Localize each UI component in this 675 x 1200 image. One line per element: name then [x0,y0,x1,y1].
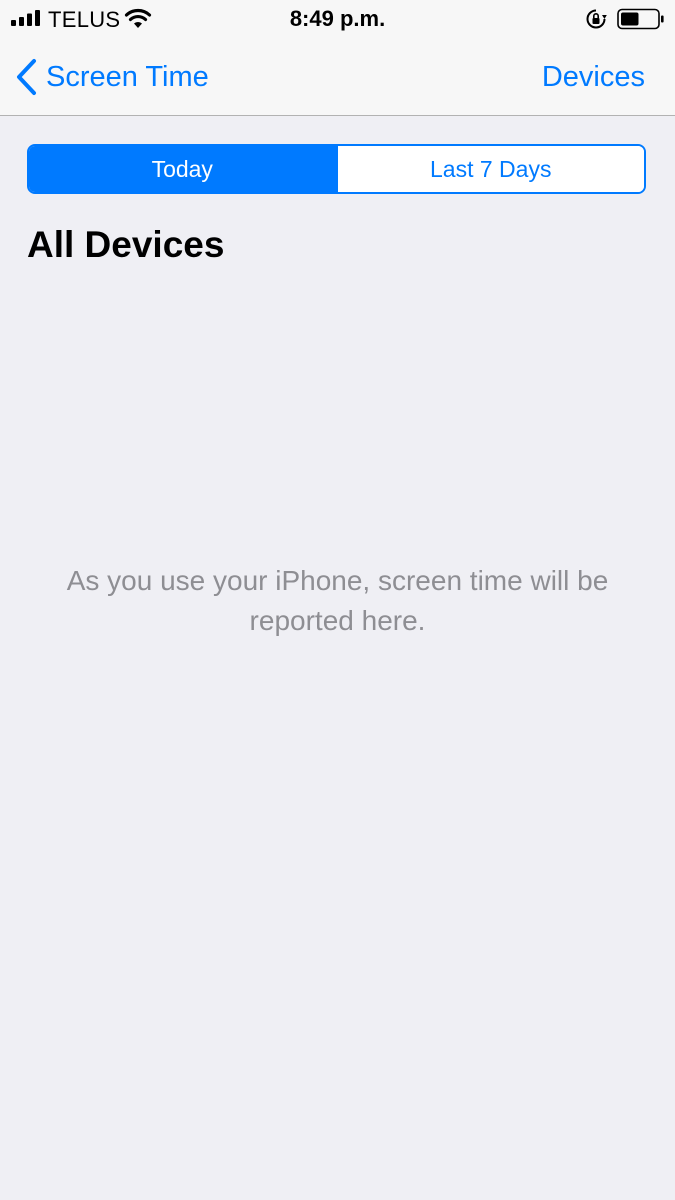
status-time: 8:49 p.m. [289,6,386,31]
section-title: All Devices [27,224,225,265]
navigation-bar: Screen Time Devices [0,40,675,116]
screen: TELUS 8:49 p.m. Screen Time Devices Toda… [0,0,675,1200]
chevron-left-icon [17,59,36,95]
status-bar: TELUS 8:49 p.m. [0,0,675,40]
period-segmented-control: Today Last 7 Days [27,144,646,194]
segment-last-7-days[interactable]: Last 7 Days [335,146,644,192]
rotation-lock-icon [586,9,607,29]
back-button[interactable]: Screen Time [14,57,209,97]
segment-today[interactable]: Today [29,146,336,192]
empty-state-message: As you use your iPhone, screen time will… [66,565,609,636]
battery-icon [617,8,664,30]
back-label: Screen Time [46,60,209,93]
devices-button[interactable]: Devices [542,57,645,97]
